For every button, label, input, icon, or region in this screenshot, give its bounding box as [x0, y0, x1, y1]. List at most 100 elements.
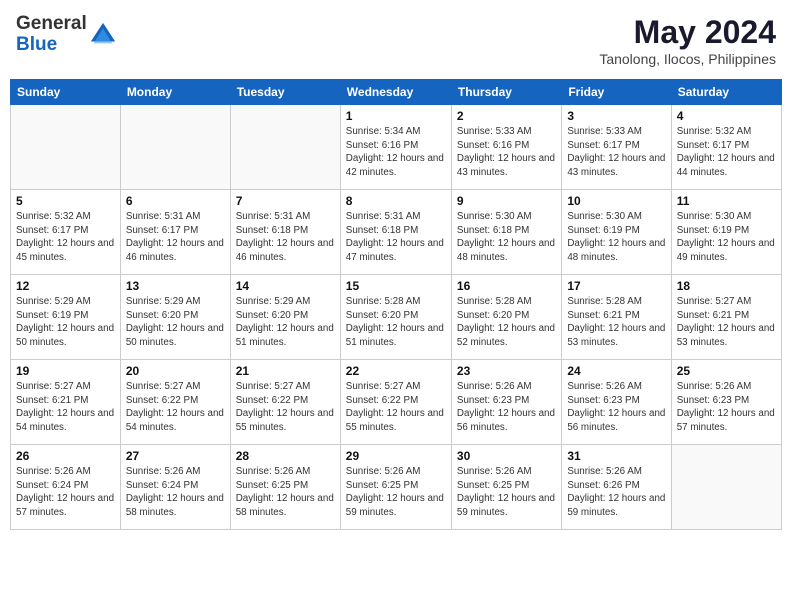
day-info: Sunrise: 5:29 AM Sunset: 6:20 PM Dayligh… [236, 295, 335, 350]
day-info: Sunrise: 5:31 AM Sunset: 6:18 PM Dayligh… [236, 210, 335, 265]
logo-icon [89, 21, 117, 49]
calendar-cell [671, 445, 781, 530]
day-number: 21 [236, 364, 335, 378]
day-number: 14 [236, 279, 335, 293]
day-number: 12 [16, 279, 115, 293]
calendar-cell: 13 Sunrise: 5:29 AM Sunset: 6:20 PM Dayli… [120, 275, 230, 360]
day-number: 31 [567, 449, 665, 463]
day-info: Sunrise: 5:31 AM Sunset: 6:17 PM Dayligh… [126, 210, 225, 265]
calendar-cell: 10 Sunrise: 5:30 AM Sunset: 6:19 PM Dayli… [562, 190, 671, 275]
weekday-header: Thursday [451, 80, 561, 105]
title-block: May 2024 Tanolong, Ilocos, Philippines [599, 14, 776, 67]
weekday-header: Friday [562, 80, 671, 105]
calendar-cell: 22 Sunrise: 5:27 AM Sunset: 6:22 PM Dayli… [340, 360, 451, 445]
calendar-cell: 7 Sunrise: 5:31 AM Sunset: 6:18 PM Daylig… [230, 190, 340, 275]
calendar-cell: 2 Sunrise: 5:33 AM Sunset: 6:16 PM Daylig… [451, 105, 561, 190]
calendar-cell: 8 Sunrise: 5:31 AM Sunset: 6:18 PM Daylig… [340, 190, 451, 275]
calendar-cell: 9 Sunrise: 5:30 AM Sunset: 6:18 PM Daylig… [451, 190, 561, 275]
day-number: 17 [567, 279, 665, 293]
page-header: General Blue May 2024 Tanolong, Ilocos, … [10, 10, 782, 71]
day-number: 6 [126, 194, 225, 208]
day-info: Sunrise: 5:28 AM Sunset: 6:20 PM Dayligh… [457, 295, 556, 350]
day-number: 3 [567, 109, 665, 123]
weekday-header: Wednesday [340, 80, 451, 105]
day-info: Sunrise: 5:32 AM Sunset: 6:17 PM Dayligh… [677, 125, 776, 180]
calendar-cell: 30 Sunrise: 5:26 AM Sunset: 6:25 PM Dayli… [451, 445, 561, 530]
day-number: 27 [126, 449, 225, 463]
calendar-cell: 25 Sunrise: 5:26 AM Sunset: 6:23 PM Dayli… [671, 360, 781, 445]
day-number: 13 [126, 279, 225, 293]
calendar-cell [230, 105, 340, 190]
day-info: Sunrise: 5:27 AM Sunset: 6:21 PM Dayligh… [677, 295, 776, 350]
weekday-header: Monday [120, 80, 230, 105]
calendar-cell [120, 105, 230, 190]
calendar-cell: 26Sunrise: 5:26 AM Sunset: 6:24 PM Dayli… [11, 445, 121, 530]
day-number: 7 [236, 194, 335, 208]
day-info: Sunrise: 5:34 AM Sunset: 6:16 PM Dayligh… [346, 125, 446, 180]
location: Tanolong, Ilocos, Philippines [599, 51, 776, 67]
day-number: 15 [346, 279, 446, 293]
day-info: Sunrise: 5:26 AM Sunset: 6:25 PM Dayligh… [236, 465, 335, 520]
week-row: 12 Sunrise: 5:29 AM Sunset: 6:19 PM Dayli… [11, 275, 782, 360]
day-info: Sunrise: 5:27 AM Sunset: 6:22 PM Dayligh… [346, 380, 446, 435]
logo: General Blue [16, 14, 117, 56]
calendar-cell: 5Sunrise: 5:32 AM Sunset: 6:17 PM Daylig… [11, 190, 121, 275]
calendar-cell: 4 Sunrise: 5:32 AM Sunset: 6:17 PM Daylig… [671, 105, 781, 190]
day-number: 8 [346, 194, 446, 208]
calendar-cell: 28 Sunrise: 5:26 AM Sunset: 6:25 PM Dayli… [230, 445, 340, 530]
weekday-header: Tuesday [230, 80, 340, 105]
day-info: Sunrise: 5:30 AM Sunset: 6:19 PM Dayligh… [567, 210, 665, 265]
day-info: Sunrise: 5:26 AM Sunset: 6:24 PM Dayligh… [126, 465, 225, 520]
calendar: SundayMondayTuesdayWednesdayThursdayFrid… [10, 79, 782, 530]
week-row: 5Sunrise: 5:32 AM Sunset: 6:17 PM Daylig… [11, 190, 782, 275]
day-number: 4 [677, 109, 776, 123]
logo-general: General [16, 14, 87, 35]
day-info: Sunrise: 5:26 AM Sunset: 6:25 PM Dayligh… [346, 465, 446, 520]
day-number: 2 [457, 109, 556, 123]
month-year: May 2024 [599, 14, 776, 51]
week-row: 1Sunrise: 5:34 AM Sunset: 6:16 PM Daylig… [11, 105, 782, 190]
day-info: Sunrise: 5:28 AM Sunset: 6:20 PM Dayligh… [346, 295, 446, 350]
day-info: Sunrise: 5:33 AM Sunset: 6:16 PM Dayligh… [457, 125, 556, 180]
weekday-header: Sunday [11, 80, 121, 105]
day-number: 25 [677, 364, 776, 378]
day-number: 16 [457, 279, 556, 293]
day-info: Sunrise: 5:26 AM Sunset: 6:25 PM Dayligh… [457, 465, 556, 520]
day-number: 22 [346, 364, 446, 378]
day-info: Sunrise: 5:27 AM Sunset: 6:21 PM Dayligh… [16, 380, 115, 435]
calendar-cell: 15 Sunrise: 5:28 AM Sunset: 6:20 PM Dayli… [340, 275, 451, 360]
calendar-cell: 27 Sunrise: 5:26 AM Sunset: 6:24 PM Dayli… [120, 445, 230, 530]
day-info: Sunrise: 5:33 AM Sunset: 6:17 PM Dayligh… [567, 125, 665, 180]
day-number: 18 [677, 279, 776, 293]
day-info: Sunrise: 5:26 AM Sunset: 6:23 PM Dayligh… [567, 380, 665, 435]
day-number: 5 [16, 194, 115, 208]
day-info: Sunrise: 5:26 AM Sunset: 6:26 PM Dayligh… [567, 465, 665, 520]
day-info: Sunrise: 5:29 AM Sunset: 6:20 PM Dayligh… [126, 295, 225, 350]
calendar-cell: 24 Sunrise: 5:26 AM Sunset: 6:23 PM Dayli… [562, 360, 671, 445]
calendar-cell: 23 Sunrise: 5:26 AM Sunset: 6:23 PM Dayli… [451, 360, 561, 445]
day-number: 9 [457, 194, 556, 208]
day-number: 29 [346, 449, 446, 463]
day-number: 10 [567, 194, 665, 208]
day-number: 28 [236, 449, 335, 463]
day-number: 24 [567, 364, 665, 378]
day-info: Sunrise: 5:29 AM Sunset: 6:19 PM Dayligh… [16, 295, 115, 350]
weekday-header: Saturday [671, 80, 781, 105]
day-info: Sunrise: 5:26 AM Sunset: 6:24 PM Dayligh… [16, 465, 115, 520]
calendar-cell [11, 105, 121, 190]
day-number: 30 [457, 449, 556, 463]
logo-blue: Blue [16, 35, 87, 56]
weekday-header-row: SundayMondayTuesdayWednesdayThursdayFrid… [11, 80, 782, 105]
week-row: 26Sunrise: 5:26 AM Sunset: 6:24 PM Dayli… [11, 445, 782, 530]
day-info: Sunrise: 5:28 AM Sunset: 6:21 PM Dayligh… [567, 295, 665, 350]
day-number: 11 [677, 194, 776, 208]
day-info: Sunrise: 5:26 AM Sunset: 6:23 PM Dayligh… [677, 380, 776, 435]
day-info: Sunrise: 5:31 AM Sunset: 6:18 PM Dayligh… [346, 210, 446, 265]
week-row: 19Sunrise: 5:27 AM Sunset: 6:21 PM Dayli… [11, 360, 782, 445]
calendar-cell: 21Sunrise: 5:27 AM Sunset: 6:22 PM Dayli… [230, 360, 340, 445]
day-number: 23 [457, 364, 556, 378]
calendar-cell: 11 Sunrise: 5:30 AM Sunset: 6:19 PM Dayli… [671, 190, 781, 275]
day-info: Sunrise: 5:30 AM Sunset: 6:19 PM Dayligh… [677, 210, 776, 265]
day-info: Sunrise: 5:26 AM Sunset: 6:23 PM Dayligh… [457, 380, 556, 435]
day-info: Sunrise: 5:30 AM Sunset: 6:18 PM Dayligh… [457, 210, 556, 265]
